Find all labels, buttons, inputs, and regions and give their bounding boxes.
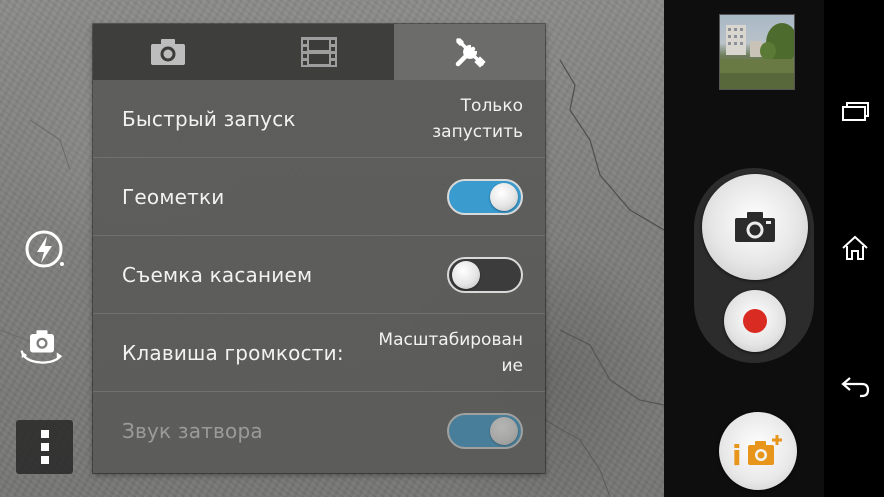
- tab-photo-settings[interactable]: [93, 24, 244, 80]
- more-menu-button[interactable]: [16, 420, 73, 474]
- recent-apps-button[interactable]: [836, 92, 874, 130]
- setting-shutter-sound: Звук затвора: [93, 392, 545, 470]
- tab-video-settings[interactable]: [243, 24, 395, 80]
- setting-volume-key[interactable]: Клавиша громкости: Масштабирован ие: [93, 314, 545, 392]
- record-video-button[interactable]: [724, 290, 786, 352]
- record-icon: [743, 309, 767, 333]
- camera-icon: [151, 39, 186, 65]
- home-button[interactable]: [836, 229, 874, 267]
- setting-label: Звук затвора: [122, 419, 263, 443]
- setting-geotags[interactable]: Геометки: [93, 158, 545, 236]
- setting-value-line: ие: [501, 355, 523, 376]
- home-icon: [842, 235, 868, 260]
- setting-label: Съемка касанием: [122, 262, 313, 287]
- flash-auto-icon: [25, 230, 64, 268]
- touch-capture-toggle[interactable]: [447, 256, 523, 293]
- back-button[interactable]: [836, 367, 874, 405]
- settings-panel: Быстрый запуск Только запустить Геометки…: [93, 24, 546, 473]
- toggle-knob: [490, 417, 518, 445]
- switch-camera-button[interactable]: [18, 322, 66, 370]
- gallery-thumbnail[interactable]: [719, 14, 795, 90]
- setting-label: Быстрый запуск: [122, 106, 296, 131]
- setting-label: Геометки: [122, 184, 225, 209]
- toggle-knob: [452, 260, 480, 289]
- back-icon: [841, 377, 870, 398]
- recent-apps-icon: [842, 102, 869, 121]
- tools-icon: [455, 38, 486, 68]
- camera-apps-button[interactable]: i: [719, 412, 797, 490]
- film-icon: [301, 37, 337, 67]
- more-menu-icon: [40, 430, 49, 464]
- thumbnail-image: [720, 23, 794, 89]
- camera-apps-icon: i: [732, 435, 782, 471]
- setting-value-line: Только: [460, 95, 523, 116]
- switch-camera-icon: [20, 330, 63, 364]
- setting-value: Масштабирован ие: [363, 327, 523, 379]
- setting-value: Только запустить: [363, 93, 523, 145]
- app-button-letter: i: [732, 439, 742, 471]
- camera-icon: [735, 212, 775, 242]
- setting-value-line: Масштабирован: [378, 329, 523, 350]
- setting-value-line: запустить: [432, 121, 523, 142]
- setting-touch-capture[interactable]: Съемка касанием: [93, 236, 545, 314]
- settings-tabs: [93, 24, 546, 80]
- toggle-knob: [490, 182, 518, 211]
- shutter-button[interactable]: [702, 174, 808, 280]
- setting-quick-launch[interactable]: Быстрый запуск Только запустить: [93, 80, 545, 158]
- flash-auto-button[interactable]: [22, 226, 70, 274]
- setting-label: Клавиша громкости:: [122, 340, 344, 365]
- geotags-toggle[interactable]: [447, 178, 523, 215]
- tab-general-settings[interactable]: [394, 24, 546, 80]
- shutter-sound-toggle: [447, 413, 523, 449]
